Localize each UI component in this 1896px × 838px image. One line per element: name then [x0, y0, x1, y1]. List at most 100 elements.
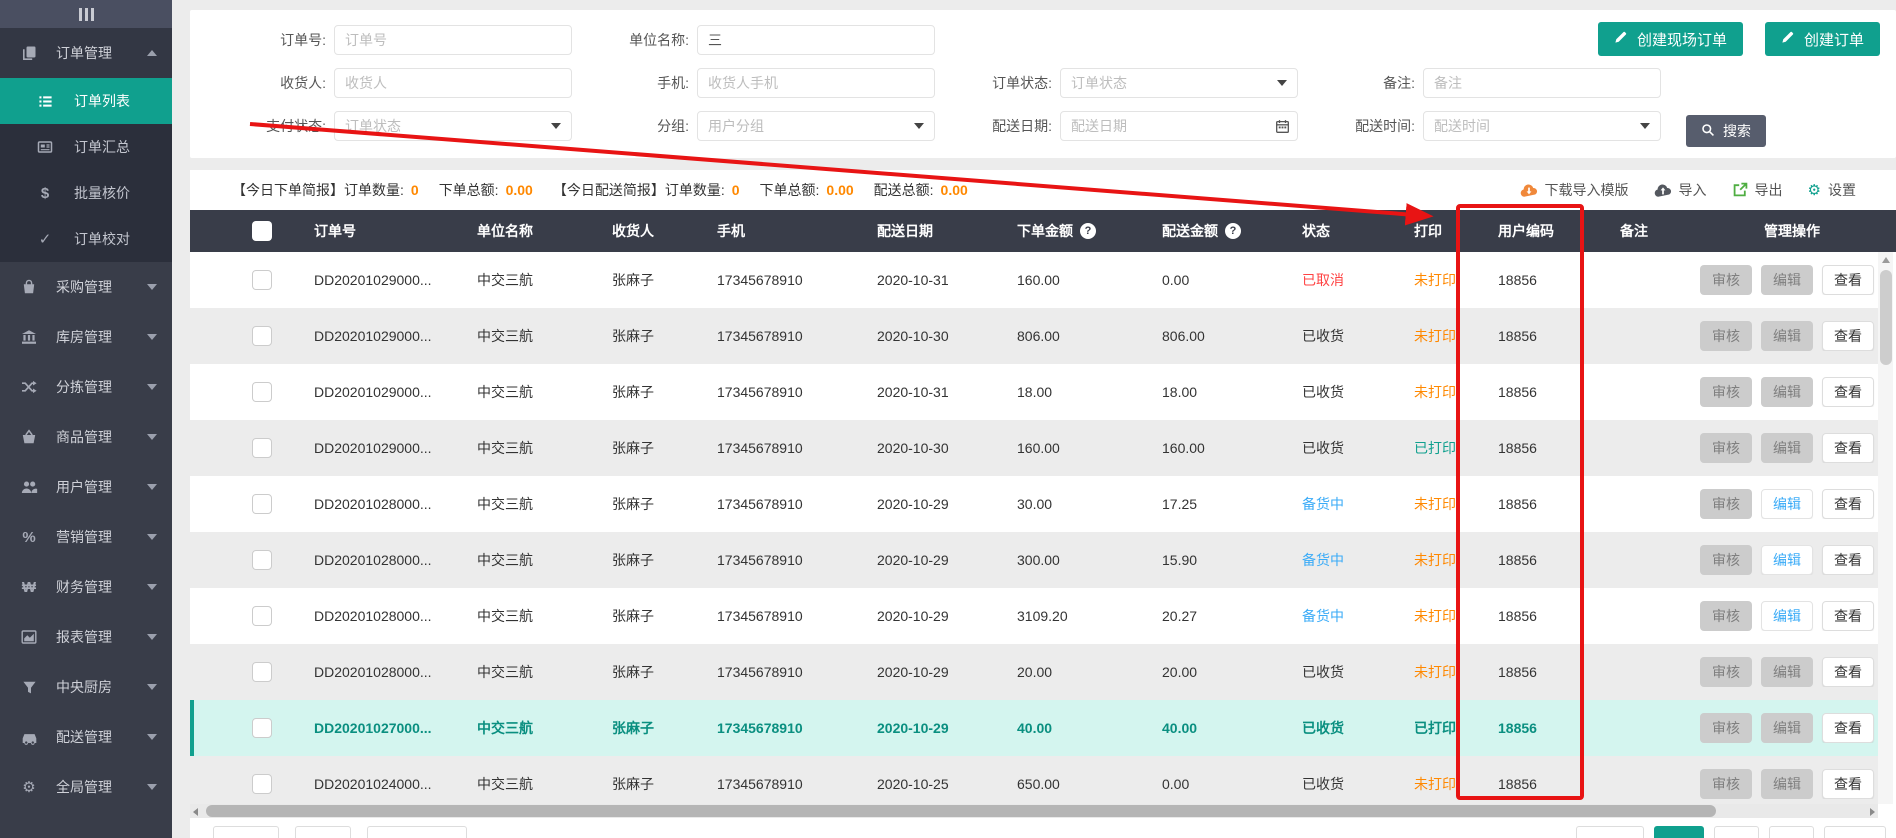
- edit-button[interactable]: 编辑: [1761, 377, 1813, 407]
- pagination-button[interactable]: [1824, 826, 1886, 838]
- row-checkbox[interactable]: [252, 718, 272, 738]
- sidebar-item-report-management[interactable]: 报表管理: [0, 612, 172, 662]
- horizontal-scroll-thumb[interactable]: [206, 805, 1716, 817]
- audit-button[interactable]: 审核: [1700, 433, 1752, 463]
- row-checkbox[interactable]: [252, 550, 272, 570]
- edit-button[interactable]: 编辑: [1761, 769, 1813, 799]
- sidebar-item-order-summary[interactable]: 订单汇总: [0, 124, 172, 170]
- view-button[interactable]: 查看: [1822, 321, 1874, 351]
- delivery-date-input[interactable]: 配送日期: [1060, 111, 1298, 141]
- table-row[interactable]: DD20201028000...中交三航张麻子173456789102020-1…: [190, 532, 1878, 588]
- view-button[interactable]: 查看: [1822, 489, 1874, 519]
- user-group-select[interactable]: 用户分组: [697, 111, 935, 141]
- export-button[interactable]: 导出: [1732, 180, 1783, 200]
- pagination-button[interactable]: [213, 826, 279, 838]
- row-checkbox[interactable]: [252, 438, 272, 458]
- sidebar-collapse-button[interactable]: [0, 0, 172, 28]
- vertical-scroll-thumb[interactable]: [1880, 270, 1892, 365]
- sidebar-item-batch-pricing[interactable]: $批量核价: [0, 170, 172, 216]
- scroll-left-icon[interactable]: [193, 808, 198, 816]
- row-checkbox[interactable]: [252, 270, 272, 290]
- view-button[interactable]: 查看: [1822, 769, 1874, 799]
- edit-button[interactable]: 编辑: [1761, 657, 1813, 687]
- audit-button[interactable]: 审核: [1700, 545, 1752, 575]
- table-row[interactable]: DD20201028000...中交三航张麻子173456789102020-1…: [190, 644, 1878, 700]
- sidebar-item-user-management[interactable]: 用户管理: [0, 462, 172, 512]
- view-button[interactable]: 查看: [1822, 601, 1874, 631]
- pagination-button[interactable]: [367, 826, 467, 838]
- audit-button[interactable]: 审核: [1700, 601, 1752, 631]
- row-checkbox[interactable]: [252, 774, 272, 794]
- select-all-checkbox[interactable]: [252, 221, 272, 241]
- sidebar-item-marketing-management[interactable]: %营销管理: [0, 512, 172, 562]
- audit-button[interactable]: 审核: [1700, 489, 1752, 519]
- row-checkbox[interactable]: [252, 494, 272, 514]
- view-button[interactable]: 查看: [1822, 433, 1874, 463]
- audit-button[interactable]: 审核: [1700, 657, 1752, 687]
- sidebar-item-warehouse-management[interactable]: 库房管理: [0, 312, 172, 362]
- pagination-button[interactable]: [1576, 826, 1644, 838]
- audit-button[interactable]: 审核: [1700, 769, 1752, 799]
- view-button[interactable]: 查看: [1822, 377, 1874, 407]
- edit-button[interactable]: 编辑: [1761, 601, 1813, 631]
- sidebar-item-delivery-management[interactable]: 配送管理: [0, 712, 172, 762]
- search-button[interactable]: 搜索: [1686, 115, 1766, 147]
- edit-button[interactable]: 编辑: [1761, 489, 1813, 519]
- horizontal-scrollbar[interactable]: [190, 804, 1878, 818]
- sidebar-item-global-management[interactable]: ⚙全局管理: [0, 762, 172, 812]
- help-icon[interactable]: ?: [1080, 223, 1096, 239]
- sidebar-item-order-check[interactable]: ✓订单校对: [0, 216, 172, 262]
- sidebar-item-order-management[interactable]: 订单管理: [0, 28, 172, 78]
- create-order-button[interactable]: 创建订单: [1765, 22, 1880, 56]
- table-row[interactable]: DD20201029000...中交三航张麻子173456789102020-1…: [190, 420, 1878, 476]
- row-checkbox[interactable]: [252, 606, 272, 626]
- edit-button[interactable]: 编辑: [1761, 321, 1813, 351]
- edit-button[interactable]: 编辑: [1761, 433, 1813, 463]
- audit-button[interactable]: 审核: [1700, 265, 1752, 295]
- pagination-button-active[interactable]: [1654, 826, 1704, 838]
- sidebar-item-central-kitchen[interactable]: 中央厨房: [0, 662, 172, 712]
- create-onsite-order-button[interactable]: 创建现场订单: [1598, 22, 1743, 56]
- company-name-input[interactable]: 三: [697, 25, 935, 55]
- sidebar-item-order-list[interactable]: 订单列表: [0, 78, 172, 124]
- pagination-button[interactable]: [295, 826, 351, 838]
- table-row[interactable]: DD20201029000...中交三航张麻子173456789102020-1…: [190, 308, 1878, 364]
- row-checkbox[interactable]: [252, 382, 272, 402]
- delivery-time-select[interactable]: 配送时间: [1423, 111, 1661, 141]
- audit-button[interactable]: 审核: [1700, 321, 1752, 351]
- edit-button[interactable]: 编辑: [1761, 265, 1813, 295]
- pagination-button[interactable]: [1769, 826, 1814, 838]
- audit-button[interactable]: 审核: [1700, 377, 1752, 407]
- sidebar-item-finance-management[interactable]: ₩财务管理: [0, 562, 172, 612]
- table-row[interactable]: DD20201029000...中交三航张麻子173456789102020-1…: [190, 364, 1878, 420]
- receiver-input[interactable]: 收货人: [334, 68, 572, 98]
- audit-button[interactable]: 审核: [1700, 713, 1752, 743]
- order-no-input[interactable]: 订单号: [334, 25, 572, 55]
- sidebar-item-goods-management[interactable]: 商品管理: [0, 412, 172, 462]
- view-button[interactable]: 查看: [1822, 265, 1874, 295]
- sidebar-item-sorting-management[interactable]: 分拣管理: [0, 362, 172, 412]
- view-button[interactable]: 查看: [1822, 545, 1874, 575]
- phone-input[interactable]: 收货人手机: [697, 68, 935, 98]
- import-button[interactable]: 导入: [1654, 180, 1707, 200]
- download-template-button[interactable]: 下载导入模版: [1520, 180, 1629, 200]
- scroll-up-icon[interactable]: [1878, 252, 1893, 268]
- pay-status-select[interactable]: 订单状态: [334, 111, 572, 141]
- settings-button[interactable]: ⚙设置: [1808, 180, 1856, 200]
- row-checkbox[interactable]: [252, 326, 272, 346]
- table-row[interactable]: DD20201027000...中交三航张麻子173456789102020-1…: [190, 700, 1878, 756]
- scroll-right-icon[interactable]: [1870, 808, 1875, 816]
- sidebar-item-purchase-management[interactable]: 采购管理: [0, 262, 172, 312]
- edit-button[interactable]: 编辑: [1761, 713, 1813, 743]
- table-row[interactable]: DD20201028000...中交三航张麻子173456789102020-1…: [190, 588, 1878, 644]
- edit-button[interactable]: 编辑: [1761, 545, 1813, 575]
- table-row[interactable]: DD20201029000...中交三航张麻子173456789102020-1…: [190, 252, 1878, 308]
- row-checkbox[interactable]: [252, 662, 272, 682]
- table-row[interactable]: DD20201028000...中交三航张麻子173456789102020-1…: [190, 476, 1878, 532]
- vertical-scrollbar[interactable]: [1878, 252, 1893, 804]
- help-icon[interactable]: ?: [1225, 223, 1241, 239]
- view-button[interactable]: 查看: [1822, 657, 1874, 687]
- remark-input[interactable]: 备注: [1423, 68, 1661, 98]
- pagination-button[interactable]: [1714, 826, 1759, 838]
- order-status-select[interactable]: 订单状态: [1060, 68, 1298, 98]
